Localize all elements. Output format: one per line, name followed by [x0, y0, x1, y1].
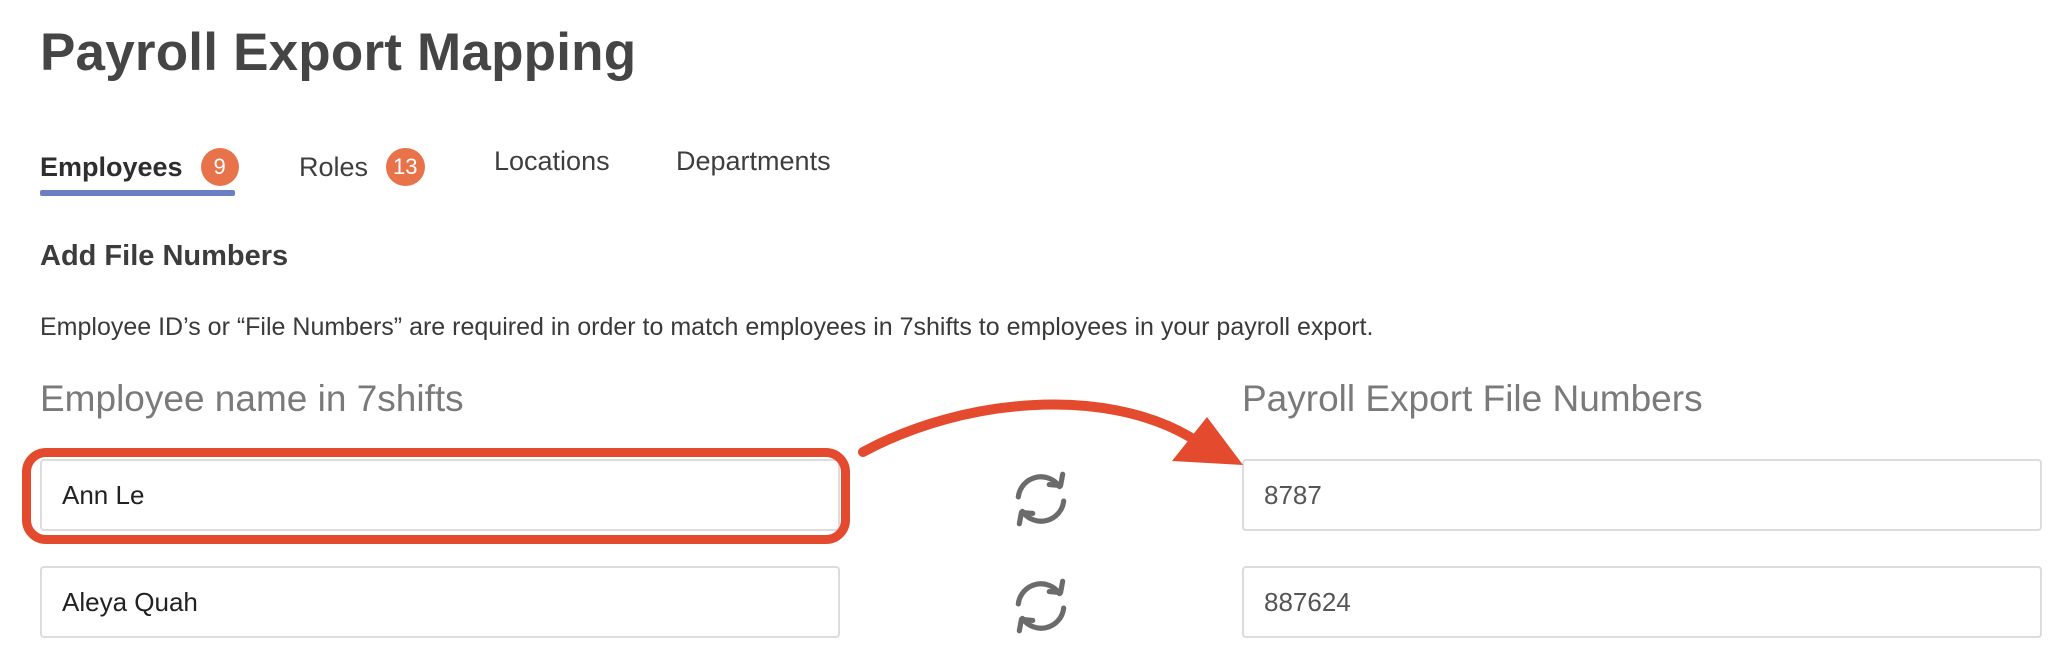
section-heading: Add File Numbers — [40, 240, 289, 272]
tab-bar: Employees 9 Roles 13 Locations Departmen… — [40, 138, 1040, 200]
tab-employees-badge: 9 — [200, 148, 239, 186]
file-number-field[interactable] — [1242, 566, 2042, 638]
active-tab-indicator — [40, 190, 235, 196]
tab-roles[interactable]: Roles 13 — [299, 138, 425, 196]
sync-icon[interactable] — [1008, 466, 1074, 532]
tab-departments-label: Departments — [676, 145, 831, 176]
sync-icon[interactable] — [1008, 573, 1074, 639]
tab-employees[interactable]: Employees 9 — [40, 138, 239, 196]
file-number-field[interactable] — [1242, 459, 2042, 531]
tab-roles-badge: 13 — [386, 148, 425, 186]
annotation-arrow-icon — [858, 399, 1243, 465]
tab-locations[interactable]: Locations — [494, 132, 610, 190]
file-number-column-header: Payroll Export File Numbers — [1242, 378, 1703, 419]
tab-employees-label: Employees — [40, 151, 183, 182]
employee-name-field[interactable] — [40, 459, 840, 531]
section-description: Employee ID’s or “File Numbers” are requ… — [40, 313, 1374, 341]
tab-roles-label: Roles — [299, 151, 369, 182]
tab-departments[interactable]: Departments — [676, 132, 831, 190]
page-title: Payroll Export Mapping — [40, 23, 637, 82]
tab-locations-label: Locations — [494, 145, 610, 176]
employee-name-field[interactable] — [40, 566, 840, 638]
employee-column-header: Employee name in 7shifts — [40, 378, 464, 419]
